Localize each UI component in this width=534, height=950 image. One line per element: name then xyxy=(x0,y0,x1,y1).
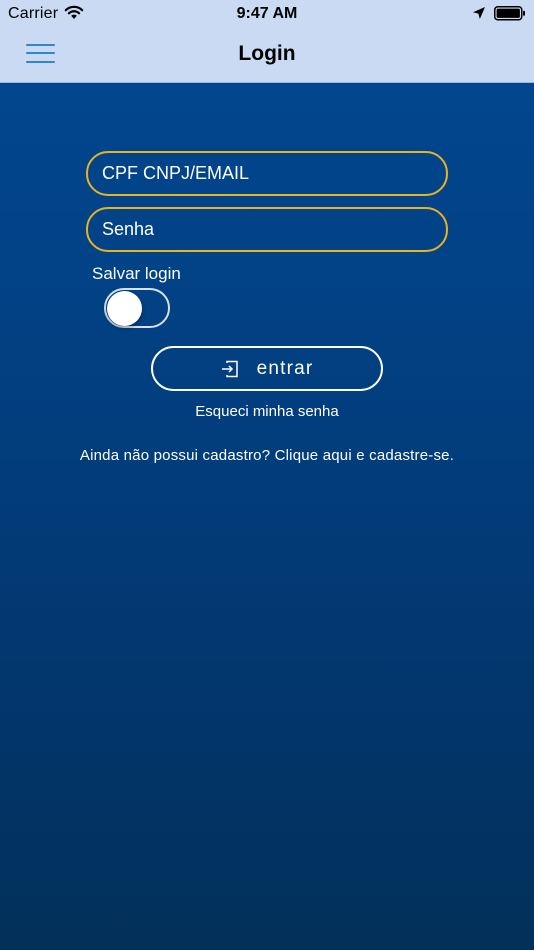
login-button[interactable]: entrar xyxy=(151,346,383,391)
page-title: Login xyxy=(238,42,296,65)
save-login-toggle[interactable] xyxy=(104,288,170,328)
clock: 9:47 AM xyxy=(236,5,298,22)
location-arrow-icon xyxy=(472,6,486,25)
forgot-password-link[interactable]: Esqueci minha senha xyxy=(0,403,534,420)
password-input[interactable] xyxy=(86,207,448,252)
status-bar: Carrier 9:47 AM xyxy=(0,0,534,28)
signup-link[interactable]: Ainda não possui cadastro? Clique aqui e… xyxy=(0,447,534,464)
login-icon xyxy=(221,360,239,378)
top-bar: Carrier 9:47 AM Login xyxy=(0,0,534,83)
login-button-label: entrar xyxy=(256,357,314,379)
login-form: Salvar login entrar Esqueci minha senha … xyxy=(0,83,534,950)
toggle-knob xyxy=(107,291,142,326)
cpf-cnpj-email-input[interactable] xyxy=(86,151,448,196)
save-login-label: Salvar login xyxy=(92,264,181,283)
battery-icon xyxy=(494,6,526,26)
